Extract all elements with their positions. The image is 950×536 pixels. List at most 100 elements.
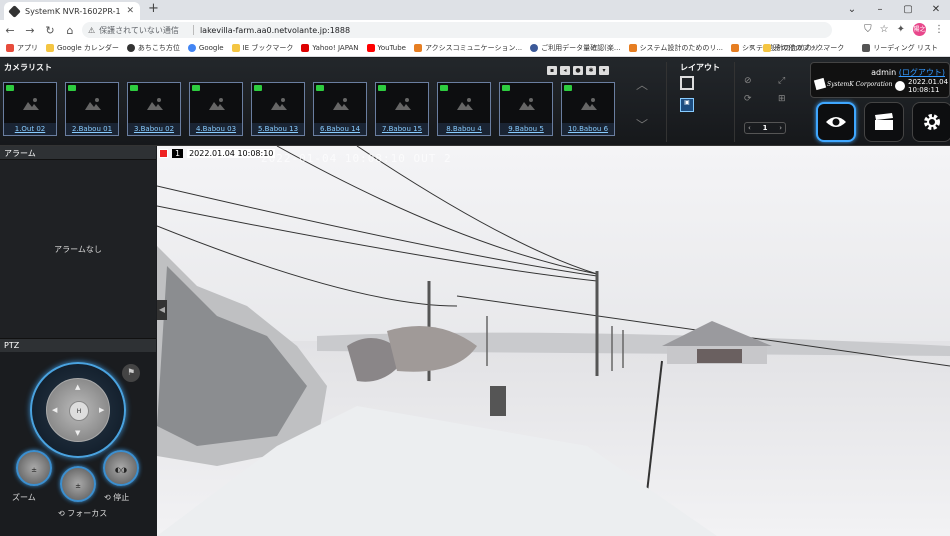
bookmark-item[interactable]: Google xyxy=(187,44,224,52)
rotate-icon[interactable]: ⟳ xyxy=(744,94,764,104)
stop-button[interactable]: ⟲ 停止 xyxy=(104,492,129,503)
home-button[interactable]: ⌂ xyxy=(60,24,80,37)
camera-thumb[interactable]: 9.Babou 5 xyxy=(499,82,553,136)
camera-status-icon xyxy=(192,85,200,91)
fullscreen-icon[interactable]: ⤢ xyxy=(778,76,798,86)
camera-thumb[interactable]: 5.Babou 13 xyxy=(251,82,305,136)
prev-page-icon[interactable]: ‹ xyxy=(748,124,751,132)
bookmark-item[interactable]: Google カレンダー xyxy=(46,43,119,53)
bookmark-label: リーディング リスト xyxy=(873,44,938,52)
chevron-down-icon[interactable]: ⌄ xyxy=(838,0,866,20)
settings-button[interactable] xyxy=(912,102,950,142)
systemk-logo-icon xyxy=(813,77,827,91)
camera-thumb[interactable]: 2.Babou 01 xyxy=(65,82,119,136)
scroll-down-icon[interactable]: ﹀ xyxy=(636,116,648,133)
camera-thumb-label[interactable]: 3.Babou 02 xyxy=(128,123,180,135)
camera-thumb-label[interactable]: 10.Babou 6 xyxy=(562,123,614,135)
forward-button[interactable]: → xyxy=(20,24,40,37)
back-button[interactable]: ← xyxy=(0,24,20,37)
browser-tab[interactable]: SystemK NVR-1602PR-1 ✕ xyxy=(4,2,140,20)
camera-thumb-label[interactable]: 7.Babou 15 xyxy=(376,123,428,135)
bookmark-item[interactable]: IE ブックマーク xyxy=(231,43,294,53)
live-video[interactable]: 2022-01-04 10:08:10 OUT 2 1 2022.01.04 1… xyxy=(157,146,950,536)
bookmark-item[interactable]: Yahoo! JAPAN xyxy=(301,44,359,52)
camera-thumb-label[interactable]: 1.Out 02 xyxy=(4,123,56,135)
preset-flag-icon[interactable]: ⚑ xyxy=(122,364,140,382)
iris-knob[interactable]: ◐◑ xyxy=(103,450,139,486)
camera-thumb[interactable]: 4.Babou 03 xyxy=(189,82,243,136)
dual-display-icon[interactable]: ⊞ xyxy=(778,94,798,104)
camera-off-icon[interactable]: ⊘ xyxy=(744,76,764,86)
bookmark-item[interactable]: アクシスコミュニケーション... xyxy=(413,43,522,53)
pin-icon[interactable]: ▾ xyxy=(599,66,609,75)
profile-avatar[interactable]: 陽之 xyxy=(913,23,926,36)
reload-button[interactable]: ↻ xyxy=(40,24,60,37)
camera-thumb[interactable]: 8.Babou 4 xyxy=(437,82,491,136)
camera-thumb-label[interactable]: 5.Babou 13 xyxy=(252,123,304,135)
settings-icon[interactable]: ✱ xyxy=(586,66,596,75)
zoom-knob[interactable]: ± xyxy=(16,450,52,486)
bookmark-item[interactable]: アプリ xyxy=(6,43,38,53)
page-selector[interactable]: ‹ 1 › xyxy=(744,122,786,134)
bookmark-label: あちこち方位 xyxy=(137,44,180,52)
focus-knob[interactable]: ± xyxy=(60,466,96,502)
camera-thumb-label[interactable]: 2.Babou 01 xyxy=(66,123,118,135)
live-view-button[interactable] xyxy=(816,102,856,142)
camera-list-title: カメラリスト xyxy=(4,63,52,72)
more-bookmarks-icon[interactable]: » xyxy=(749,43,753,53)
scroll-up-icon[interactable]: ︿ xyxy=(636,76,648,93)
video-timestamp: 2022.01.04 10:08:10 xyxy=(187,149,276,158)
camera-status-icon xyxy=(6,85,14,91)
camera-thumb[interactable]: 1.Out 02 xyxy=(3,82,57,136)
new-tab-button[interactable]: + xyxy=(148,1,159,16)
pan-right-icon[interactable]: ▶ xyxy=(99,406,104,414)
bookmark-item[interactable]: ご利用データ量確認(楽... xyxy=(530,43,621,53)
other-bookmarks[interactable]: その他のブックマーク xyxy=(763,43,844,53)
bookmark-item[interactable]: YouTube xyxy=(366,44,406,52)
menu-icon[interactable]: ⋮ xyxy=(934,24,944,35)
bookmark-label: IE ブックマーク xyxy=(242,44,294,52)
next-page-icon[interactable]: › xyxy=(779,124,782,132)
view-tools: ⊘ ⤢ ⟳ ⊞ xyxy=(744,76,798,104)
layout-single-button[interactable] xyxy=(680,76,694,90)
close-window-button[interactable]: ✕ xyxy=(922,0,950,20)
layout-quad-button[interactable]: ▣ xyxy=(680,98,694,112)
camera-thumb[interactable]: 10.Babou 6 xyxy=(561,82,615,136)
ptz-dpad[interactable]: ▲ ▼ ◀ ▶ H xyxy=(30,362,126,458)
playback-button[interactable] xyxy=(864,102,904,142)
bookmark-item[interactable]: あちこち方位 xyxy=(126,43,180,53)
camera-thumb-label[interactable]: 8.Babou 4 xyxy=(438,123,490,135)
camera-thumb[interactable]: 7.Babou 15 xyxy=(375,82,429,136)
image-placeholder-icon xyxy=(457,98,473,110)
record-icon[interactable]: ● xyxy=(573,66,583,75)
puzzle-icon[interactable]: ✦ xyxy=(897,24,905,35)
shield-icon[interactable]: ⛉ xyxy=(864,24,872,35)
camera-status-icon xyxy=(254,85,262,91)
address-bar[interactable]: ⚠ 保護されていない通信 lakevilla-farm.aa0.netvolan… xyxy=(82,22,832,38)
pan-up-icon[interactable]: ▲ xyxy=(75,383,80,391)
globe-icon xyxy=(126,44,135,52)
image-placeholder-icon xyxy=(395,98,411,110)
close-tab-icon[interactable]: ✕ xyxy=(126,6,134,16)
camera-thumb-label[interactable]: 9.Babou 5 xyxy=(500,123,552,135)
reading-list[interactable]: リーディング リスト xyxy=(862,43,938,53)
bookmark-item[interactable]: システム設計のためのリ... xyxy=(628,43,723,53)
camera-thumb-label[interactable]: 6.Babou 14 xyxy=(314,123,366,135)
logout-link[interactable]: (ログアウト) xyxy=(899,68,945,77)
camera-thumb-label[interactable]: 4.Babou 03 xyxy=(190,123,242,135)
camera-thumb[interactable]: 3.Babou 02 xyxy=(127,82,181,136)
pan-left-icon[interactable]: ◀ xyxy=(52,406,57,414)
triangle-icon xyxy=(413,44,422,52)
star-icon[interactable]: ☆ xyxy=(880,24,889,35)
image-placeholder-icon xyxy=(23,98,39,110)
focus-label: ⟲ フォーカス xyxy=(58,509,108,518)
minimize-button[interactable]: – xyxy=(866,0,894,20)
speaker-icon[interactable]: ◂ xyxy=(560,66,570,75)
camera-thumb[interactable]: 6.Babou 14 xyxy=(313,82,367,136)
pan-down-icon[interactable]: ▼ xyxy=(75,429,80,437)
mode-buttons xyxy=(816,102,950,142)
ptz-home-button[interactable]: H xyxy=(69,401,89,421)
collapse-panel-icon[interactable]: ◀ xyxy=(157,300,167,320)
maximize-button[interactable]: ▢ xyxy=(894,0,922,20)
camera-icon[interactable]: ▪ xyxy=(547,66,557,75)
